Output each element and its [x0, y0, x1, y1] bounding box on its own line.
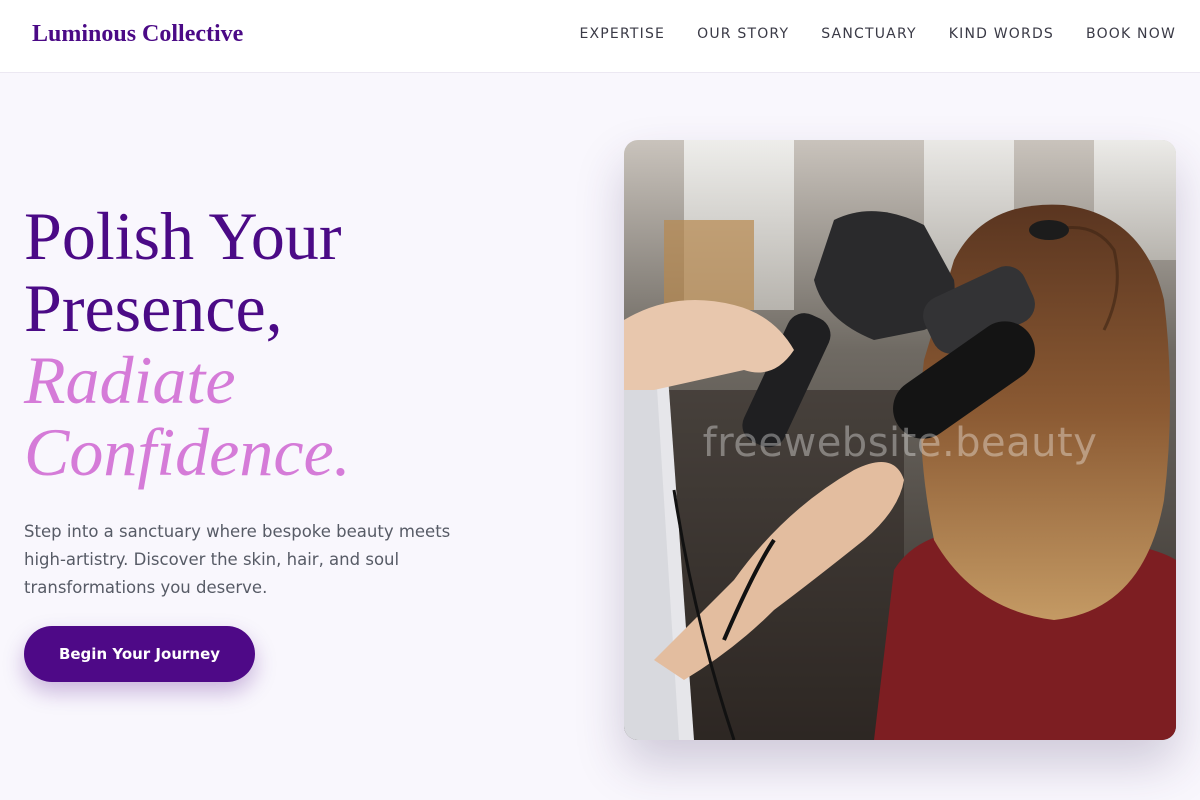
nav-link-our-story[interactable]: OUR STORY	[697, 26, 789, 42]
main-nav: EXPERTISE OUR STORY SANCTUARY KIND WORDS…	[579, 26, 1176, 42]
hero-heading: Polish Your Presence, Radiate Confidence…	[24, 200, 524, 488]
begin-journey-button[interactable]: Begin Your Journey	[24, 626, 255, 682]
nav-link-sanctuary[interactable]: SANCTUARY	[821, 26, 917, 42]
site-header: Luminous Collective EXPERTISE OUR STORY …	[0, 0, 1200, 73]
hero-heading-line-1: Polish Your	[24, 198, 342, 274]
nav-link-book-now[interactable]: BOOK NOW	[1086, 26, 1176, 42]
image-watermark: freewebsite.beauty	[702, 420, 1098, 466]
hero-subtitle: Step into a sanctuary where bespoke beau…	[24, 522, 451, 597]
nav-link-expertise[interactable]: EXPERTISE	[579, 26, 665, 42]
hero-section: Polish Your Presence, Radiate Confidence…	[24, 200, 524, 602]
hero-heading-line-2: Presence,	[24, 270, 283, 346]
hero-image: freewebsite.beauty	[624, 140, 1176, 740]
hero-heading-accent-line-1: Radiate	[24, 342, 236, 418]
hero-heading-accent-line-2: Confidence.	[24, 414, 351, 490]
nav-link-kind-words[interactable]: KIND WORDS	[949, 26, 1054, 42]
brand-logo[interactable]: Luminous Collective	[32, 21, 243, 48]
